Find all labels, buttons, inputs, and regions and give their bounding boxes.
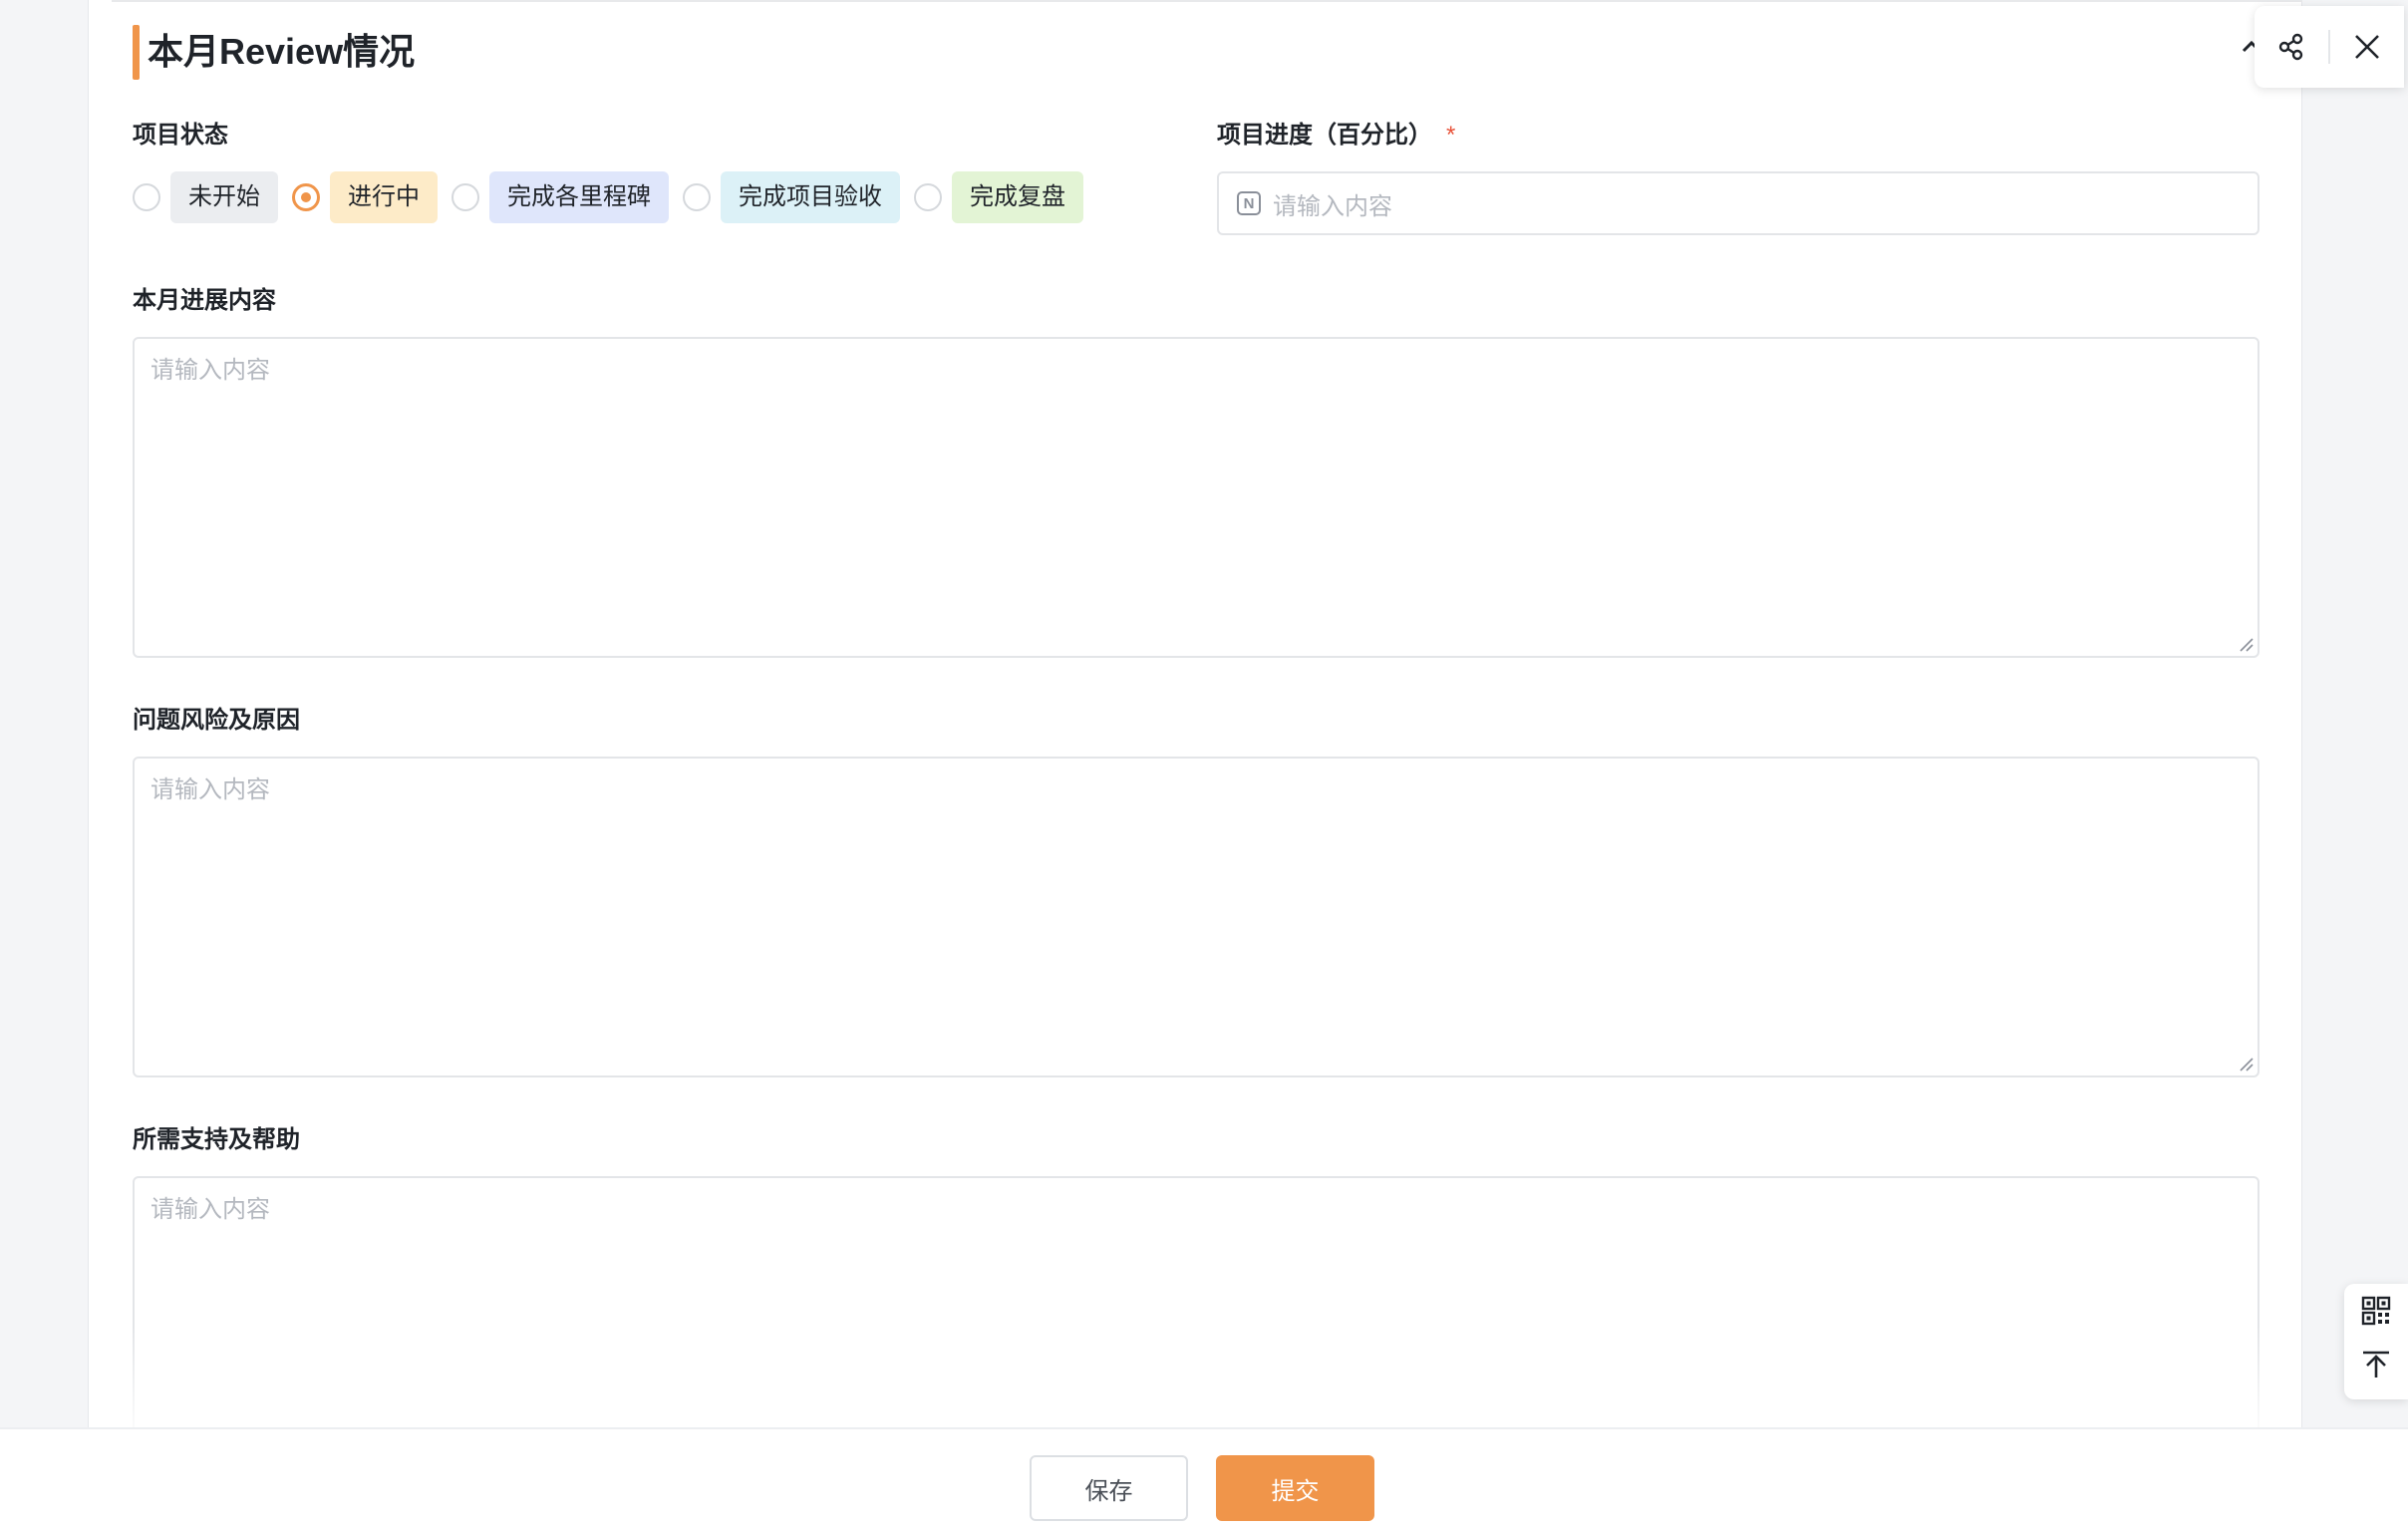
textarea-placeholder: 请输入内容 (150, 776, 270, 803)
required-mark: * (1446, 122, 1456, 149)
share-icon (2278, 33, 2303, 61)
monthly-progress-label: 本月进展内容 (133, 287, 276, 314)
qr-code-button[interactable] (2344, 1284, 2408, 1338)
side-tools (2344, 1284, 2408, 1399)
radio-button[interactable] (914, 183, 942, 211)
status-option-not-started[interactable]: 未开始 (133, 171, 278, 223)
status-option-acceptance-done[interactable]: 完成项目验收 (683, 171, 900, 223)
support-needed-label: 所需支持及帮助 (133, 1126, 300, 1153)
radio-button[interactable] (133, 183, 160, 211)
status-option-milestones-done[interactable]: 完成各里程碑 (452, 171, 669, 223)
status-tag[interactable]: 完成复盘 (952, 171, 1083, 223)
close-icon (2355, 35, 2379, 59)
scroll-fade (133, 1326, 2259, 1427)
project-progress-label: 项目进度（百分比） * (1217, 120, 1455, 152)
issues-risks-textarea[interactable]: 请输入内容 (133, 757, 2259, 1077)
floating-toolbar (2255, 6, 2404, 88)
issues-risks-label: 问题风险及原因 (133, 707, 300, 734)
form-page: 本月Review情况 项目状态 未开始 进行中 完成各里程碑 完成项目验收 完成… (0, 0, 2408, 1529)
project-progress-input[interactable]: N 请输入内容 (1217, 171, 2259, 235)
textarea-placeholder: 请输入内容 (150, 357, 270, 384)
monthly-progress-textarea[interactable]: 请输入内容 (133, 337, 2259, 658)
project-progress-label-text: 项目进度（百分比） (1217, 122, 1432, 149)
status-tag[interactable]: 未开始 (170, 171, 278, 223)
radio-button-checked[interactable] (292, 183, 320, 211)
input-placeholder: 请输入内容 (1273, 192, 1392, 220)
back-to-top-button[interactable] (2344, 1338, 2408, 1391)
section-accent-bar (133, 25, 140, 80)
save-button[interactable]: 保存 (1030, 1455, 1188, 1521)
resize-handle-icon[interactable] (2238, 636, 2254, 652)
radio-button[interactable] (683, 183, 711, 211)
section-title: 本月Review情况 (148, 31, 416, 72)
status-option-review-done[interactable]: 完成复盘 (914, 171, 1083, 223)
form-footer: 保存 提交 (0, 1427, 2408, 1529)
project-status-radio-group: 未开始 进行中 完成各里程碑 完成项目验收 完成复盘 (133, 169, 1097, 225)
share-button[interactable] (2255, 6, 2328, 88)
status-tag[interactable]: 进行中 (330, 171, 438, 223)
number-input-icon: N (1237, 191, 1261, 215)
card-divider (112, 0, 2302, 3)
radio-button[interactable] (452, 183, 479, 211)
status-option-in-progress[interactable]: 进行中 (292, 171, 438, 223)
status-tag[interactable]: 完成项目验收 (721, 171, 900, 223)
qr-code-icon (2361, 1296, 2391, 1326)
close-button[interactable] (2330, 6, 2404, 88)
back-to-top-icon (2363, 1351, 2389, 1377)
project-status-label: 项目状态 (133, 122, 228, 149)
textarea-placeholder: 请输入内容 (150, 1196, 270, 1223)
submit-button[interactable]: 提交 (1216, 1455, 1374, 1521)
resize-handle-icon[interactable] (2238, 1056, 2254, 1071)
status-tag[interactable]: 完成各里程碑 (489, 171, 669, 223)
